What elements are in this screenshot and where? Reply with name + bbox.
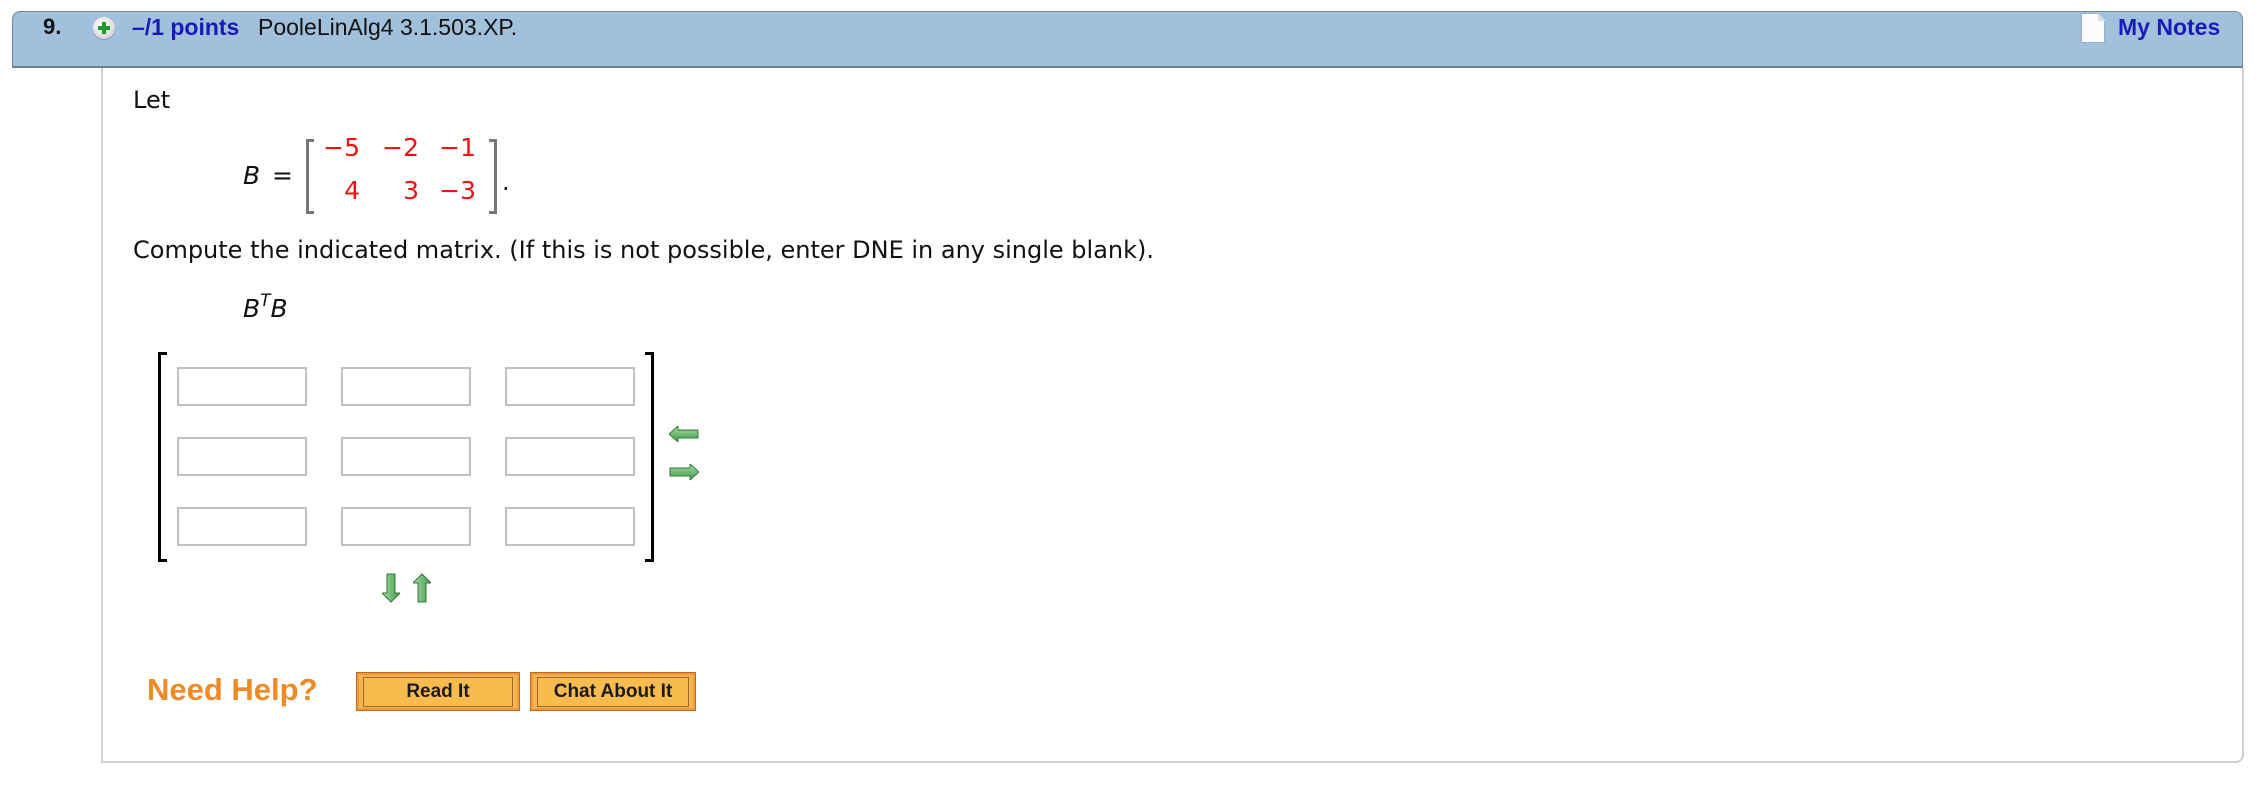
answer-cell-r3c2[interactable]: [341, 507, 471, 546]
question-number: 9.: [43, 14, 62, 39]
equals-sign: =: [272, 161, 293, 190]
chat-about-it-label: Chat About It: [537, 676, 689, 707]
my-notes-link[interactable]: My Notes: [2118, 14, 2220, 41]
matrix-b-entry: −3: [439, 176, 476, 205]
answer-cell-r1c1[interactable]: [177, 367, 307, 406]
matrix-b-entry: −2: [382, 133, 419, 162]
read-it-button[interactable]: Read It: [356, 672, 520, 711]
arrow-down-icon[interactable]: [382, 573, 400, 603]
answer-cell-r3c1[interactable]: [177, 507, 307, 546]
instruction-text: Compute the indicated matrix. (If this i…: [133, 236, 1155, 264]
arrow-left-icon[interactable]: [669, 426, 699, 442]
arrow-right-icon[interactable]: [669, 464, 699, 480]
matrix-b-entry: 4: [344, 176, 360, 205]
expression-tail: B: [270, 294, 288, 323]
period: .: [502, 168, 510, 196]
plus-circle-icon[interactable]: [93, 17, 115, 39]
answer-right-bracket: [645, 352, 654, 562]
matrix-b-entry: −1: [439, 133, 476, 162]
matrix-b-right-bracket: [489, 139, 497, 214]
answer-cell-r1c2[interactable]: [341, 367, 471, 406]
arrow-up-icon[interactable]: [413, 573, 431, 603]
points-link[interactable]: –/1 points: [132, 14, 239, 41]
answer-cell-r3c3[interactable]: [505, 507, 635, 546]
need-help-label: Need Help?: [147, 672, 318, 707]
expression-transpose: T: [260, 291, 271, 311]
answer-left-bracket: [158, 352, 167, 562]
answer-cell-r1c3[interactable]: [505, 367, 635, 406]
answer-cell-r2c3[interactable]: [505, 437, 635, 476]
matrix-name: B: [243, 161, 261, 190]
answer-cell-r2c2[interactable]: [341, 437, 471, 476]
matrix-b-entry: 3: [403, 176, 419, 205]
expression: BTB: [243, 291, 288, 323]
chat-about-it-button[interactable]: Chat About It: [530, 672, 696, 711]
answer-cell-r2c1[interactable]: [177, 437, 307, 476]
expression-base: B: [243, 294, 261, 323]
question-id: PooleLinAlg4 3.1.503.XP.: [258, 14, 518, 40]
question-body: [101, 68, 2244, 763]
matrix-b-entry: −5: [323, 133, 360, 162]
read-it-label: Read It: [363, 676, 513, 707]
intro-text: Let: [133, 86, 171, 114]
